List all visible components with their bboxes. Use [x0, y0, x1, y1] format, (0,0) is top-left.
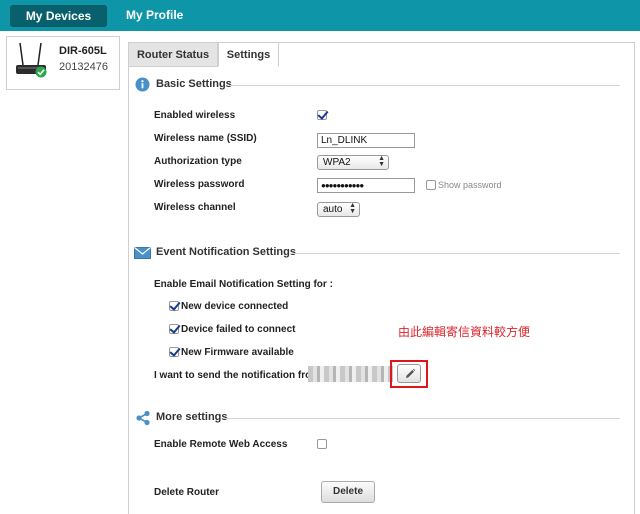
section-divider [224, 418, 620, 419]
select-arrows-icon: ▲ ▼ [378, 155, 385, 168]
my-devices-tab[interactable]: My Devices [10, 5, 107, 27]
ssid-input[interactable]: Ln_DLINK [317, 133, 415, 148]
enabled-wireless-checkbox[interactable] [317, 110, 327, 120]
tab-router-status[interactable]: Router Status [128, 42, 218, 67]
event-settings-header: Event Notification Settings [134, 245, 634, 263]
new-device-checkbox[interactable] [169, 301, 179, 311]
remote-access-label: Enable Remote Web Access [154, 439, 288, 450]
auth-type-value: WPA2 [323, 157, 351, 168]
router-icon [16, 42, 46, 74]
basic-settings-header: Basic Settings [134, 77, 634, 95]
show-password-label: Show password [438, 180, 502, 190]
basic-settings-title: Basic Settings [156, 78, 232, 90]
device-serial: 20132476 [59, 61, 108, 73]
edit-email-button[interactable] [397, 364, 421, 383]
share-icon [136, 410, 150, 426]
delete-router-label: Delete Router [154, 487, 220, 498]
new-firmware-checkbox[interactable] [169, 347, 179, 357]
wireless-channel-select[interactable]: auto ▲ ▼ [317, 202, 360, 217]
section-divider [230, 85, 620, 86]
more-settings-header: More settings [134, 410, 634, 428]
device-name: DIR-605L [59, 45, 107, 57]
new-device-label: New device connected [181, 301, 289, 312]
wireless-password-input[interactable]: ●●●●●●●●●●● [317, 178, 415, 193]
device-failed-label: Device failed to connect [181, 324, 296, 335]
device-card[interactable]: DIR-605L 20132476 [6, 36, 120, 90]
select-arrows-icon: ▲ ▼ [349, 202, 356, 215]
tab-settings[interactable]: Settings [218, 42, 279, 67]
section-divider [290, 253, 620, 254]
email-notification-intro: Enable Email Notification Setting for : [154, 279, 333, 290]
delete-button[interactable]: Delete [321, 481, 375, 503]
check-badge-icon [35, 66, 47, 78]
wireless-channel-label: Wireless channel [154, 202, 236, 213]
auth-type-select[interactable]: WPA2 ▲ ▼ [317, 155, 389, 170]
event-settings-title: Event Notification Settings [156, 246, 296, 258]
show-password-checkbox[interactable] [426, 180, 436, 190]
info-icon [135, 77, 150, 92]
my-profile-tab[interactable]: My Profile [126, 8, 183, 22]
new-firmware-label: New Firmware available [181, 347, 294, 358]
annotation-text: 由此編輯寄信資料較方便 [398, 325, 531, 339]
more-settings-title: More settings [156, 411, 228, 423]
enabled-wireless-label: Enabled wireless [154, 110, 236, 121]
ssid-label: Wireless name (SSID) [154, 133, 257, 144]
remote-access-checkbox[interactable] [317, 439, 327, 449]
wireless-channel-value: auto [323, 204, 343, 215]
device-failed-checkbox[interactable] [169, 324, 179, 334]
wireless-password-label: Wireless password [154, 179, 245, 190]
pencil-icon [406, 368, 416, 378]
auth-type-label: Authorization type [154, 156, 242, 167]
envelope-icon [134, 247, 151, 259]
redacted-email [308, 366, 393, 382]
notification-from-label: I want to send the notification from In [154, 370, 332, 381]
